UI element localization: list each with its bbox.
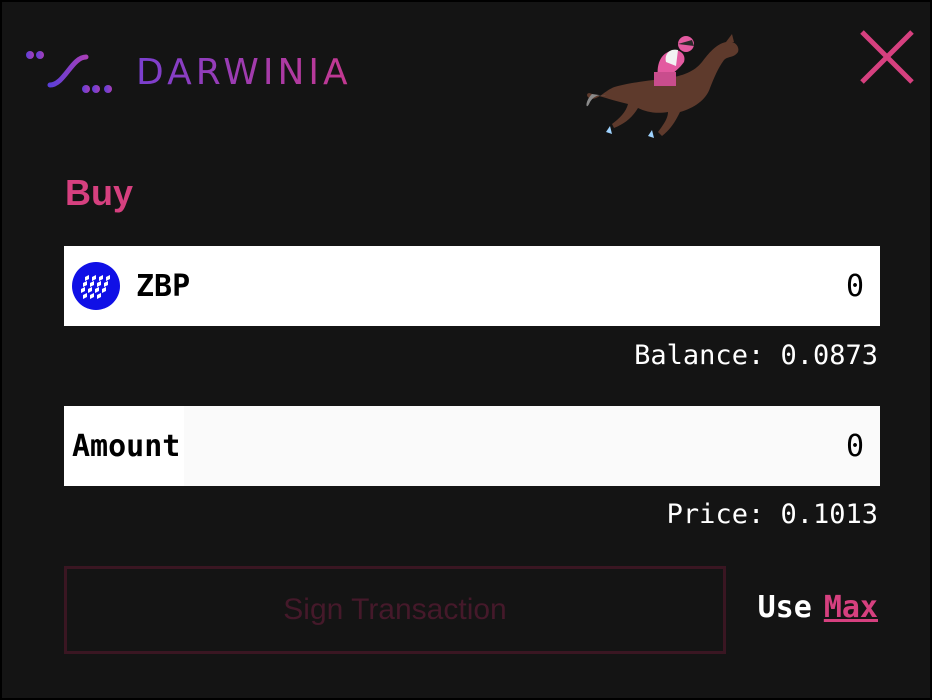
amount-field[interactable]: Amount 0 xyxy=(64,406,880,486)
price-text: Price: 0.1013 xyxy=(666,499,878,530)
use-max-control: Use Max xyxy=(758,590,878,625)
token-select-field[interactable]: ZBP 0 xyxy=(64,246,880,326)
racehorse-jockey-icon xyxy=(586,34,739,138)
token-grid-icon xyxy=(72,262,120,310)
token-symbol: ZBP xyxy=(136,268,191,304)
brand-name: DARWINIA xyxy=(136,51,352,93)
use-label: Use xyxy=(757,590,812,625)
darwinia-logo: DARWINIA xyxy=(24,48,352,96)
max-link[interactable]: Max xyxy=(824,590,878,625)
balance-text: Balance: 0.0873 xyxy=(634,340,878,371)
amount-label: Amount xyxy=(64,406,185,486)
buy-modal: DARWINIA Buy ZBP 0 Balance: 0.0873 Amoun… xyxy=(2,2,930,698)
page-title: Buy xyxy=(65,172,134,213)
token-amount-value[interactable]: 0 xyxy=(564,269,864,304)
sign-transaction-button[interactable]: Sign Transaction xyxy=(64,566,726,654)
darwinia-dna-icon xyxy=(26,51,117,93)
amount-input[interactable]: 0 xyxy=(564,429,864,464)
close-x-icon[interactable] xyxy=(858,28,916,86)
